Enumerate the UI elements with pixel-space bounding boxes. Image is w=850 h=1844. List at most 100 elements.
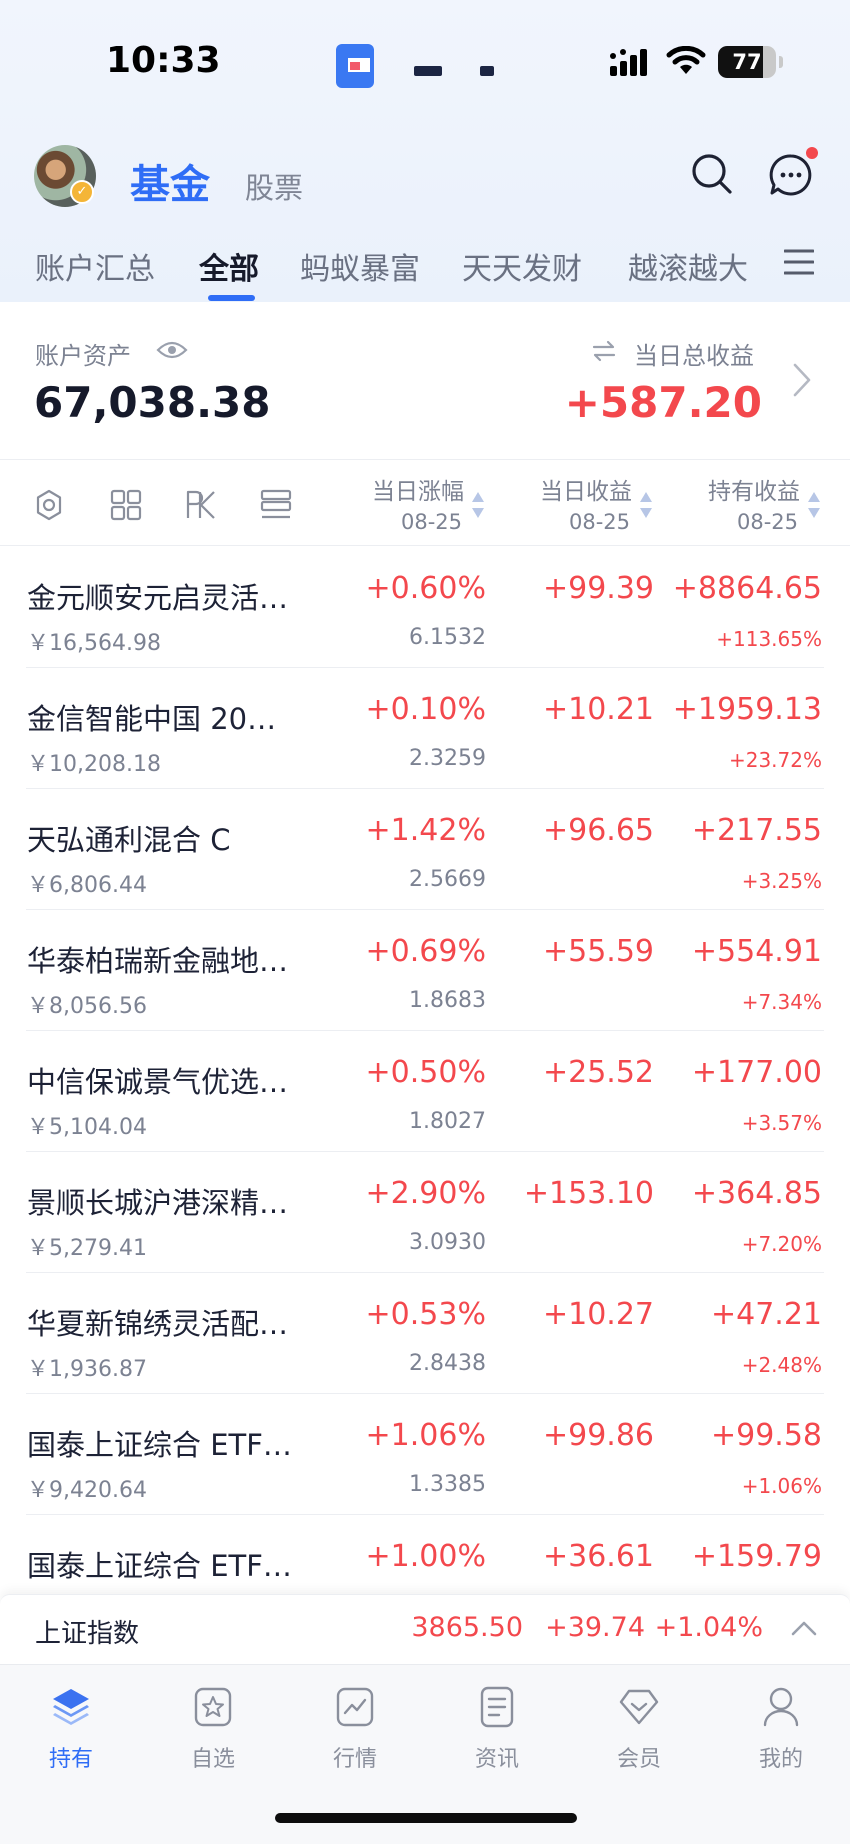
fund-nav: 1.8027 — [409, 1109, 486, 1134]
fund-holding-return: +2.48% — [741, 1353, 822, 1377]
nav-news[interactable]: 资讯 — [437, 1685, 557, 1785]
fund-holding-income: +99.58 — [710, 1418, 822, 1453]
nav-holdings[interactable]: 持有 — [11, 1685, 131, 1785]
nav-membership[interactable]: 会员 — [579, 1685, 699, 1785]
tab-account-summary[interactable]: 账户汇总 — [35, 244, 155, 288]
nav-label: 持有 — [48, 1747, 93, 1772]
fund-name: 景顺长城沪港深精… — [27, 1186, 289, 1220]
status-dash — [480, 66, 494, 76]
fund-daily-income: +96.65 — [542, 813, 654, 848]
fund-name: 华夏新锦绣灵活配… — [27, 1307, 289, 1341]
fund-holding-income: +47.21 — [710, 1297, 822, 1332]
search-icon[interactable] — [690, 152, 734, 196]
fund-row[interactable]: 金元顺安元启灵活… ￥16,564.98 +0.60% 6.1532 +99.3… — [26, 547, 824, 668]
fund-row[interactable]: 景顺长城沪港深精… ￥5,279.41 +2.90% 3.0930 +153.1… — [26, 1152, 824, 1273]
layers-icon — [53, 1689, 89, 1725]
fund-daily-change: +1.42% — [365, 813, 486, 848]
fund-amount: ￥10,208.18 — [27, 752, 161, 777]
fund-holding-return: +7.34% — [741, 990, 822, 1014]
fund-name: 金信智能中国 20… — [27, 702, 277, 736]
index-change-percent: +1.04% — [654, 1612, 763, 1643]
fund-row[interactable]: 国泰上证综合 ETF… ￥9,420.64 +1.06% 1.3385 +99.… — [26, 1394, 824, 1515]
fund-daily-income: +99.39 — [542, 571, 654, 606]
fund-daily-change: +1.00% — [365, 1539, 486, 1574]
star-icon — [194, 1687, 232, 1727]
fund-holding-return: +7.20% — [741, 1232, 822, 1256]
fund-holding-return: +1.06% — [741, 1474, 822, 1498]
tab-snowball[interactable]: 越滚越大 — [628, 244, 748, 288]
battery-indicator: 77 — [718, 46, 776, 78]
fund-daily-change: +0.53% — [365, 1297, 486, 1332]
nav-watchlist[interactable]: 自选 — [153, 1685, 273, 1785]
message-icon[interactable] — [768, 152, 814, 198]
daily-income-label: 当日总收益 — [634, 342, 754, 370]
diamond-icon — [619, 1689, 659, 1725]
signal-icon — [610, 49, 647, 76]
status-time: 10:33 — [106, 40, 221, 81]
fund-name: 金元顺安元启灵活… — [27, 581, 289, 615]
sort-icon[interactable] — [471, 490, 485, 520]
tab-ant-rich[interactable]: 蚂蚁暴富 — [300, 244, 420, 288]
grid-view-icon[interactable] — [109, 488, 143, 522]
fund-name: 中信保诚景气优选… — [27, 1065, 289, 1099]
fund-tab-title[interactable]: 基金 — [130, 152, 210, 210]
market-index-bar[interactable]: 上证指数 3865.50 +39.74 +1.04% — [0, 1594, 850, 1664]
fund-holding-income: +8864.65 — [672, 571, 822, 606]
col-daily-income-title[interactable]: 当日收益 — [540, 472, 632, 506]
chevron-up-icon[interactable] — [791, 1620, 817, 1636]
nav-label: 会员 — [616, 1747, 661, 1772]
settings-icon[interactable] — [32, 488, 66, 522]
eye-icon[interactable] — [156, 340, 188, 360]
col-daily-change-title[interactable]: 当日涨幅 — [372, 472, 464, 506]
col-holding-income-title[interactable]: 持有收益 — [708, 472, 800, 506]
fund-daily-income: +10.27 — [542, 1297, 654, 1332]
verified-badge-icon: ✓ — [70, 180, 94, 204]
sort-icon[interactable] — [807, 490, 821, 520]
account-tabs: 账户汇总 全部 蚂蚁暴富 天天发财 越滚越大 — [0, 238, 850, 302]
fund-daily-change: +0.50% — [365, 1055, 486, 1090]
fund-daily-income: +36.61 — [542, 1539, 654, 1574]
fund-amount: ￥1,936.87 — [27, 1357, 147, 1382]
stock-tab-title[interactable]: 股票 — [245, 165, 303, 207]
nav-label: 自选 — [190, 1747, 235, 1772]
nav-profile[interactable]: 我的 — [721, 1685, 841, 1785]
home-indicator[interactable] — [275, 1813, 577, 1823]
chevron-right-icon[interactable] — [792, 362, 812, 398]
tab-all[interactable]: 全部 — [199, 244, 259, 288]
fund-daily-change: +0.10% — [365, 692, 486, 727]
pk-icon[interactable] — [184, 488, 218, 522]
fund-row[interactable]: 中信保诚景气优选… ￥5,104.04 +0.50% 1.8027 +25.52… — [26, 1031, 824, 1152]
menu-icon[interactable] — [784, 248, 814, 276]
fund-daily-change: +0.69% — [365, 934, 486, 969]
fund-row[interactable]: 天弘通利混合 C ￥6,806.44 +1.42% 2.5669 +96.65 … — [26, 789, 824, 910]
fund-holding-income: +177.00 — [691, 1055, 822, 1090]
news-icon — [480, 1686, 514, 1728]
fund-amount: ￥5,104.04 — [27, 1115, 147, 1140]
fund-row[interactable]: 华泰柏瑞新金融地… ￥8,056.56 +0.69% 1.8683 +55.59… — [26, 910, 824, 1031]
index-name: 上证指数 — [35, 1619, 140, 1649]
fund-row[interactable]: 金信智能中国 20… ￥10,208.18 +0.10% 2.3259 +10.… — [26, 668, 824, 789]
fund-holding-return: +3.25% — [741, 869, 822, 893]
fund-name: 国泰上证综合 ETF… — [27, 1428, 292, 1462]
tab-daily-fortune[interactable]: 天天发财 — [462, 244, 582, 288]
fund-amount: ￥5,279.41 — [27, 1236, 147, 1261]
sort-icon[interactable] — [639, 490, 653, 520]
fund-holding-income: +159.79 — [691, 1539, 822, 1574]
fund-holding-return: +3.57% — [741, 1111, 822, 1135]
account-summary[interactable]: 账户资产 67,038.38 当日总收益 +587.20 — [0, 302, 850, 460]
fund-row[interactable]: 华夏新锦绣灵活配… ￥1,936.87 +0.53% 2.8438 +10.27… — [26, 1273, 824, 1394]
fund-name: 天弘通利混合 C — [27, 823, 231, 857]
nav-market[interactable]: 行情 — [295, 1685, 415, 1785]
col-holding-income-date: 08-25 — [736, 510, 798, 534]
fund-amount: ￥8,056.56 — [27, 994, 147, 1019]
list-view-icon[interactable] — [259, 488, 293, 522]
fund-holding-return: +113.65% — [716, 627, 822, 651]
fund-daily-income: +10.21 — [542, 692, 654, 727]
battery-tip — [779, 56, 783, 68]
fund-daily-income: +25.52 — [542, 1055, 654, 1090]
fund-holding-income: +217.55 — [691, 813, 822, 848]
index-change: +39.74 — [545, 1612, 645, 1643]
fund-daily-income: +153.10 — [523, 1176, 654, 1211]
nav-label: 资讯 — [474, 1747, 519, 1772]
fund-nav: 6.1532 — [409, 625, 486, 650]
